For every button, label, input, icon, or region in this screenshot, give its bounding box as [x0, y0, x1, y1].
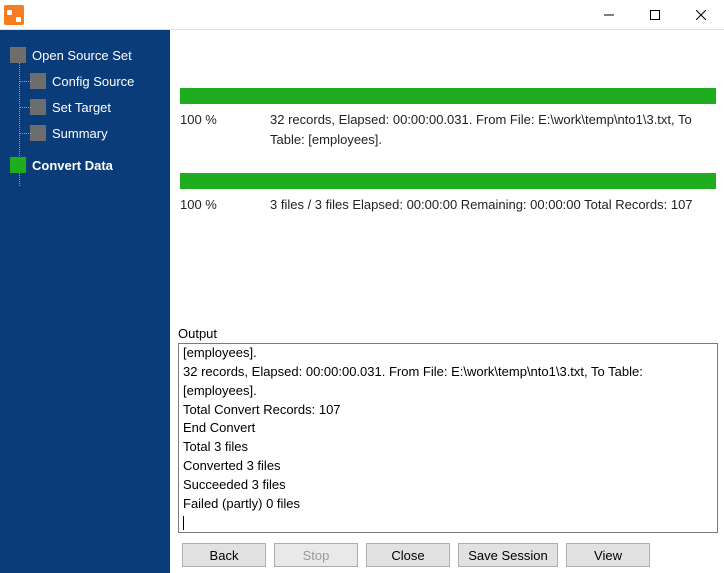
main-panel: 100 % 32 records, Elapsed: 00:00:00.031.…	[170, 30, 724, 573]
total-progress-details: 3 files / 3 files Elapsed: 00:00:00 Rema…	[270, 195, 716, 215]
minimize-button[interactable]	[586, 0, 632, 30]
sidebar-item-label: Convert Data	[32, 158, 113, 173]
output-line: Failed (partly) 0 files	[183, 495, 713, 514]
button-row: Back Stop Close Save Session View	[178, 533, 718, 567]
text-cursor	[183, 516, 713, 530]
view-button[interactable]: View	[566, 543, 650, 567]
output-line: End Convert	[183, 419, 713, 438]
output-line: Succeeded 3 files	[183, 476, 713, 495]
app-icon	[4, 5, 24, 25]
file-progress-details: 32 records, Elapsed: 00:00:00.031. From …	[270, 110, 716, 149]
sidebar-item-convert-data[interactable]: Convert Data	[0, 152, 170, 178]
output-line: Total Convert Records: 107	[183, 401, 713, 420]
total-progress-bar	[180, 173, 716, 189]
file-progress-info: 100 % 32 records, Elapsed: 00:00:00.031.…	[180, 110, 716, 149]
total-progress-info: 100 % 3 files / 3 files Elapsed: 00:00:0…	[180, 195, 716, 215]
sidebar-item-label: Summary	[52, 126, 108, 141]
sidebar-item-label: Set Target	[52, 100, 111, 115]
step-icon-active	[10, 157, 26, 173]
sidebar-item-summary[interactable]: Summary	[0, 120, 170, 146]
titlebar	[0, 0, 724, 30]
step-icon	[30, 73, 46, 89]
stop-button[interactable]: Stop	[274, 543, 358, 567]
maximize-button[interactable]	[632, 0, 678, 30]
sidebar-item-open-source-set[interactable]: Open Source Set	[0, 42, 170, 68]
output-line: [employees].	[183, 344, 713, 363]
output-textarea[interactable]: [employees].32 records, Elapsed: 00:00:0…	[178, 343, 718, 533]
sidebar-item-label: Config Source	[52, 74, 134, 89]
close-button[interactable]: Close	[366, 543, 450, 567]
step-icon	[10, 47, 26, 63]
wizard-sidebar: Open Source Set Config Source Set Target…	[0, 30, 170, 573]
step-icon	[30, 99, 46, 115]
total-progress-percent: 100 %	[180, 195, 270, 215]
file-progress-percent: 100 %	[180, 110, 270, 149]
output-line: Total 3 files	[183, 438, 713, 457]
sidebar-item-config-source[interactable]: Config Source	[0, 68, 170, 94]
close-window-button[interactable]	[678, 0, 724, 30]
sidebar-item-label: Open Source Set	[32, 48, 132, 63]
output-label: Output	[178, 326, 718, 341]
output-line: Converted 3 files	[183, 457, 713, 476]
step-icon	[30, 125, 46, 141]
save-session-button[interactable]: Save Session	[458, 543, 558, 567]
file-progress-bar	[180, 88, 716, 104]
back-button[interactable]: Back	[182, 543, 266, 567]
output-line: 32 records, Elapsed: 00:00:00.031. From …	[183, 363, 713, 401]
sidebar-item-set-target[interactable]: Set Target	[0, 94, 170, 120]
